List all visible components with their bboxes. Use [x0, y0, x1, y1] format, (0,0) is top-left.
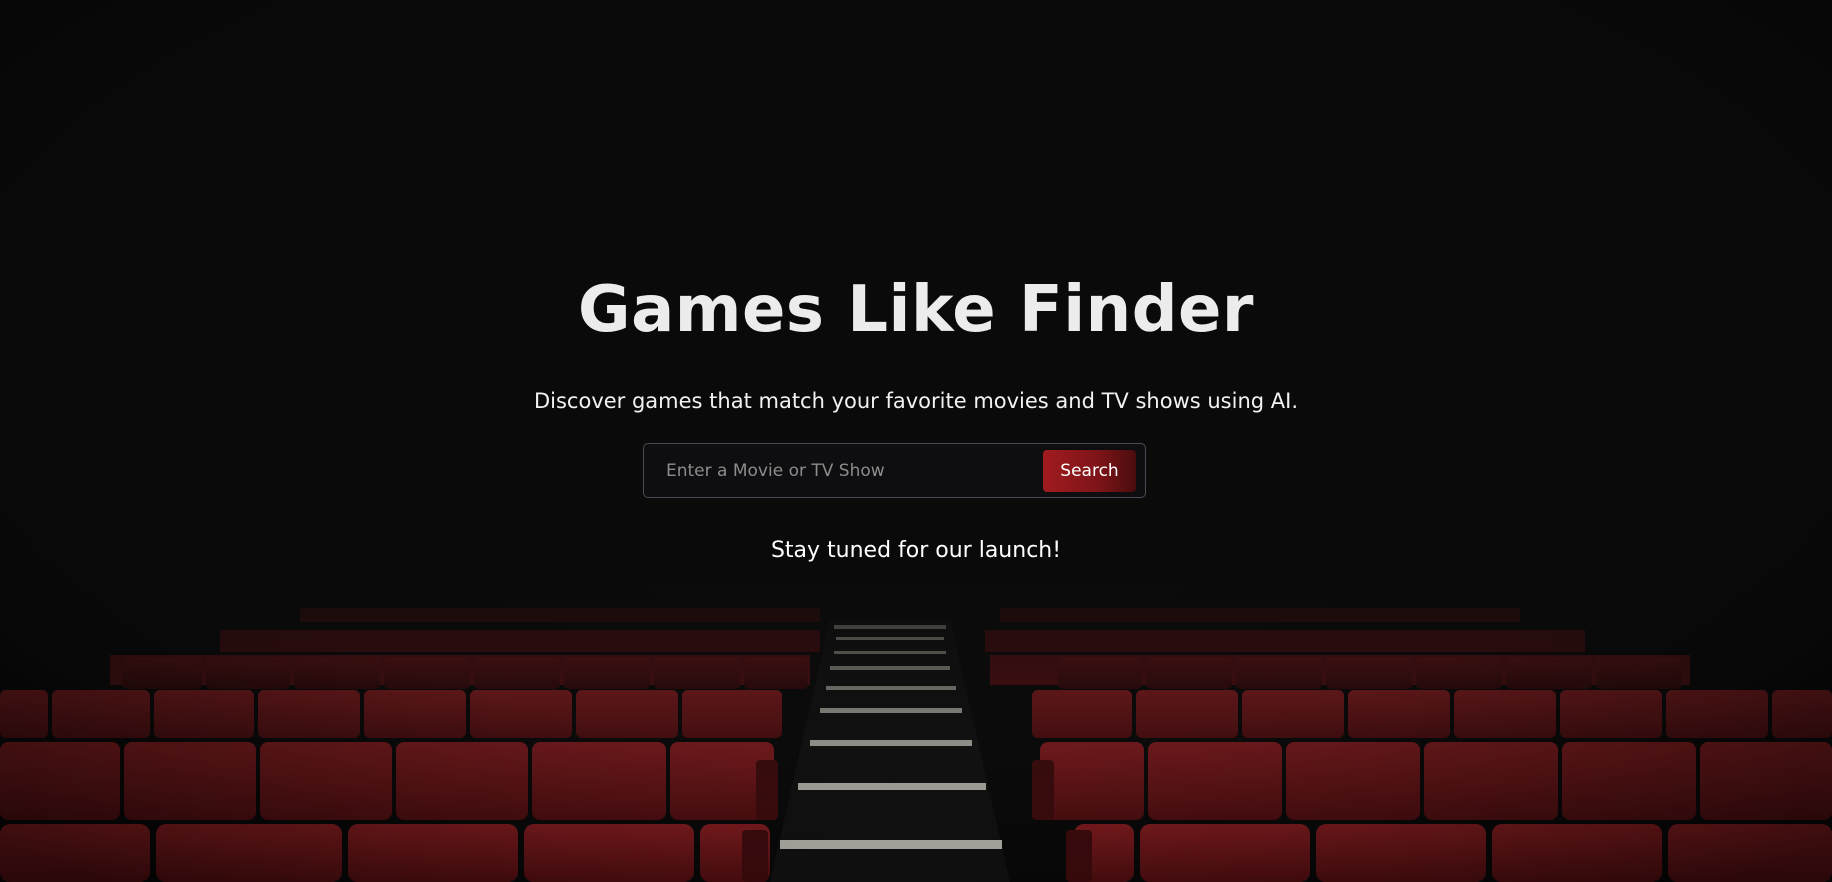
launch-message: Stay tuned for our launch!: [770, 538, 1062, 563]
hero-section: Games Like Finder Discover games that ma…: [0, 0, 1832, 882]
search-form: Search: [643, 443, 1146, 498]
search-button[interactable]: Search: [1043, 450, 1136, 492]
page-title: Games Like Finder: [578, 273, 1254, 347]
landing-page: Games Like Finder Discover games that ma…: [0, 0, 1832, 882]
search-input[interactable]: [654, 450, 1054, 491]
page-subtitle: Discover games that match your favorite …: [533, 389, 1298, 413]
